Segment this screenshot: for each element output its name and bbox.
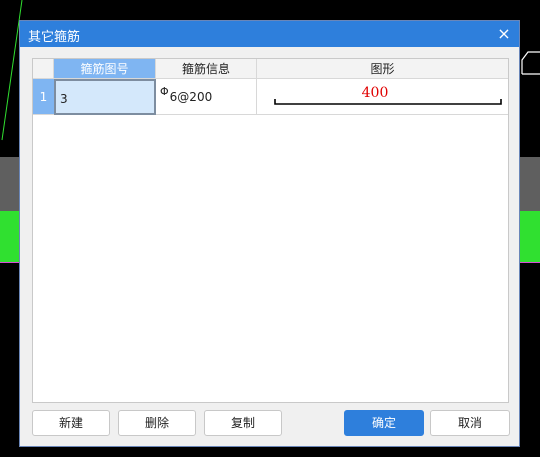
dialog-title: 其它箍筋 <box>28 30 81 45</box>
rebar-spec-text: 6@200 <box>169 90 213 104</box>
table-header-corner <box>33 59 54 79</box>
canvas-white-shape <box>521 51 540 75</box>
copy-button[interactable]: 复制 <box>204 410 282 436</box>
row-number[interactable]: 1 <box>33 79 54 115</box>
column-header-rebar-info[interactable]: 箍筋信息 <box>156 59 257 79</box>
rebar-grade-symbol: Φ <box>160 85 169 98</box>
cancel-button[interactable]: 取消 <box>430 410 510 436</box>
shape-dimension-label: 400 <box>362 85 389 101</box>
new-button[interactable]: 新建 <box>32 410 110 436</box>
cell-rebar-info[interactable]: Φ6@200 <box>156 79 257 115</box>
column-header-shape[interactable]: 图形 <box>257 59 508 79</box>
ok-button[interactable]: 确定 <box>344 410 424 436</box>
column-header-figure-no[interactable]: 箍筋图号 <box>54 59 156 79</box>
dialog-title-bar[interactable]: 其它箍筋 × <box>20 21 519 47</box>
delete-button[interactable]: 删除 <box>118 410 196 436</box>
cell-shape[interactable]: 400 <box>257 79 508 115</box>
cell-figure-no[interactable]: 3 <box>54 79 156 115</box>
stirrup-shape-drawing: 400 <box>274 85 502 105</box>
other-stirrup-dialog: 其它箍筋 × 箍筋图号 箍筋信息 图形 1 3 Φ6@200 400 新建 删除… <box>19 20 520 447</box>
close-icon[interactable]: × <box>495 25 513 43</box>
stirrup-table: 箍筋图号 箍筋信息 图形 1 3 Φ6@200 400 <box>32 58 509 403</box>
